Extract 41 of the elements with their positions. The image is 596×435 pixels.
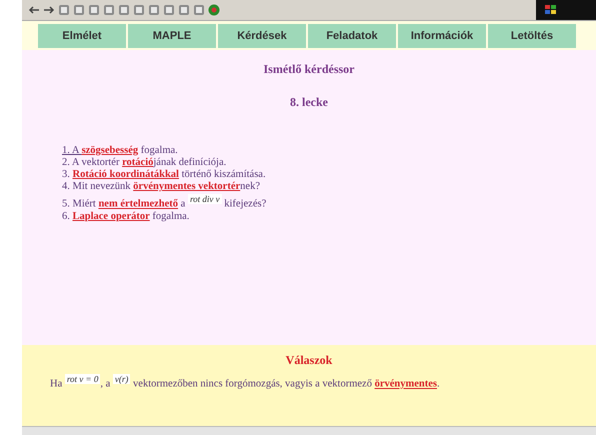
answer-link[interactable]: örvénymentes bbox=[374, 378, 437, 390]
lesson-title: 8. lecke bbox=[290, 95, 328, 110]
nav-tab[interactable]: Letöltés bbox=[488, 24, 576, 48]
question-link[interactable]: Laplace operátor bbox=[72, 210, 150, 222]
nav-tab[interactable]: Kérdések bbox=[218, 24, 306, 48]
question-link[interactable]: 1. A bbox=[62, 145, 82, 156]
back-arrow-icon[interactable] bbox=[28, 4, 40, 16]
page-title: Ismétlő kérdéssor bbox=[264, 62, 354, 77]
question-link[interactable]: örvénymentes vektortér bbox=[133, 181, 240, 192]
windows-logo-icon bbox=[544, 4, 558, 16]
toolbar-icon[interactable] bbox=[148, 4, 160, 16]
nav-tab[interactable]: Feladatok bbox=[308, 24, 396, 48]
formula: rot div v bbox=[188, 194, 222, 204]
nav-tab[interactable]: MAPLE bbox=[128, 24, 216, 48]
toolbar-icon[interactable] bbox=[73, 4, 85, 16]
formula: v(r) bbox=[112, 374, 130, 384]
forward-arrow-icon[interactable] bbox=[43, 4, 55, 16]
question-item: 4. Mit nevezünk örvénymentes vektortérnek? bbox=[62, 181, 261, 193]
question-link[interactable]: szögsebesség bbox=[82, 145, 138, 156]
nav-tab[interactable]: Elmélet bbox=[38, 24, 126, 48]
nav-tab[interactable]: Információk bbox=[398, 24, 486, 48]
globe-icon[interactable] bbox=[208, 4, 220, 16]
question-item: 3. Rotáció koordinátákkal történő kiszámítása. bbox=[62, 169, 266, 181]
toolbar-icon[interactable] bbox=[58, 4, 70, 16]
question-link[interactable]: Rotáció koordinátákkal bbox=[72, 169, 179, 180]
question-link[interactable]: nem értelmezhető bbox=[98, 198, 178, 210]
question-link[interactable]: rotáció bbox=[122, 157, 154, 168]
toolbar-icon[interactable] bbox=[178, 4, 190, 16]
horizontal-scrollbar[interactable] bbox=[22, 426, 596, 435]
toolbar-icon[interactable] bbox=[193, 4, 205, 16]
question-item: 6. Laplace operátor fogalma. bbox=[62, 210, 190, 222]
toolbar-icon[interactable] bbox=[133, 4, 145, 16]
question-item: 5. Miért nem értelmezhető a rot div v kifejezés? bbox=[62, 193, 266, 210]
toolbar-icon[interactable] bbox=[118, 4, 130, 16]
formula: rot v = 0 bbox=[64, 374, 100, 384]
toolbar-icon[interactable] bbox=[163, 4, 175, 16]
toolbar-icon[interactable] bbox=[88, 4, 100, 16]
answers-title: Válaszok bbox=[286, 353, 332, 368]
toolbar-icon[interactable] bbox=[103, 4, 115, 16]
question-item: 2. A vektortér rotációjának definíciója. bbox=[62, 157, 228, 169]
question-item: 1. A szögsebesség fogalma. bbox=[62, 145, 179, 157]
